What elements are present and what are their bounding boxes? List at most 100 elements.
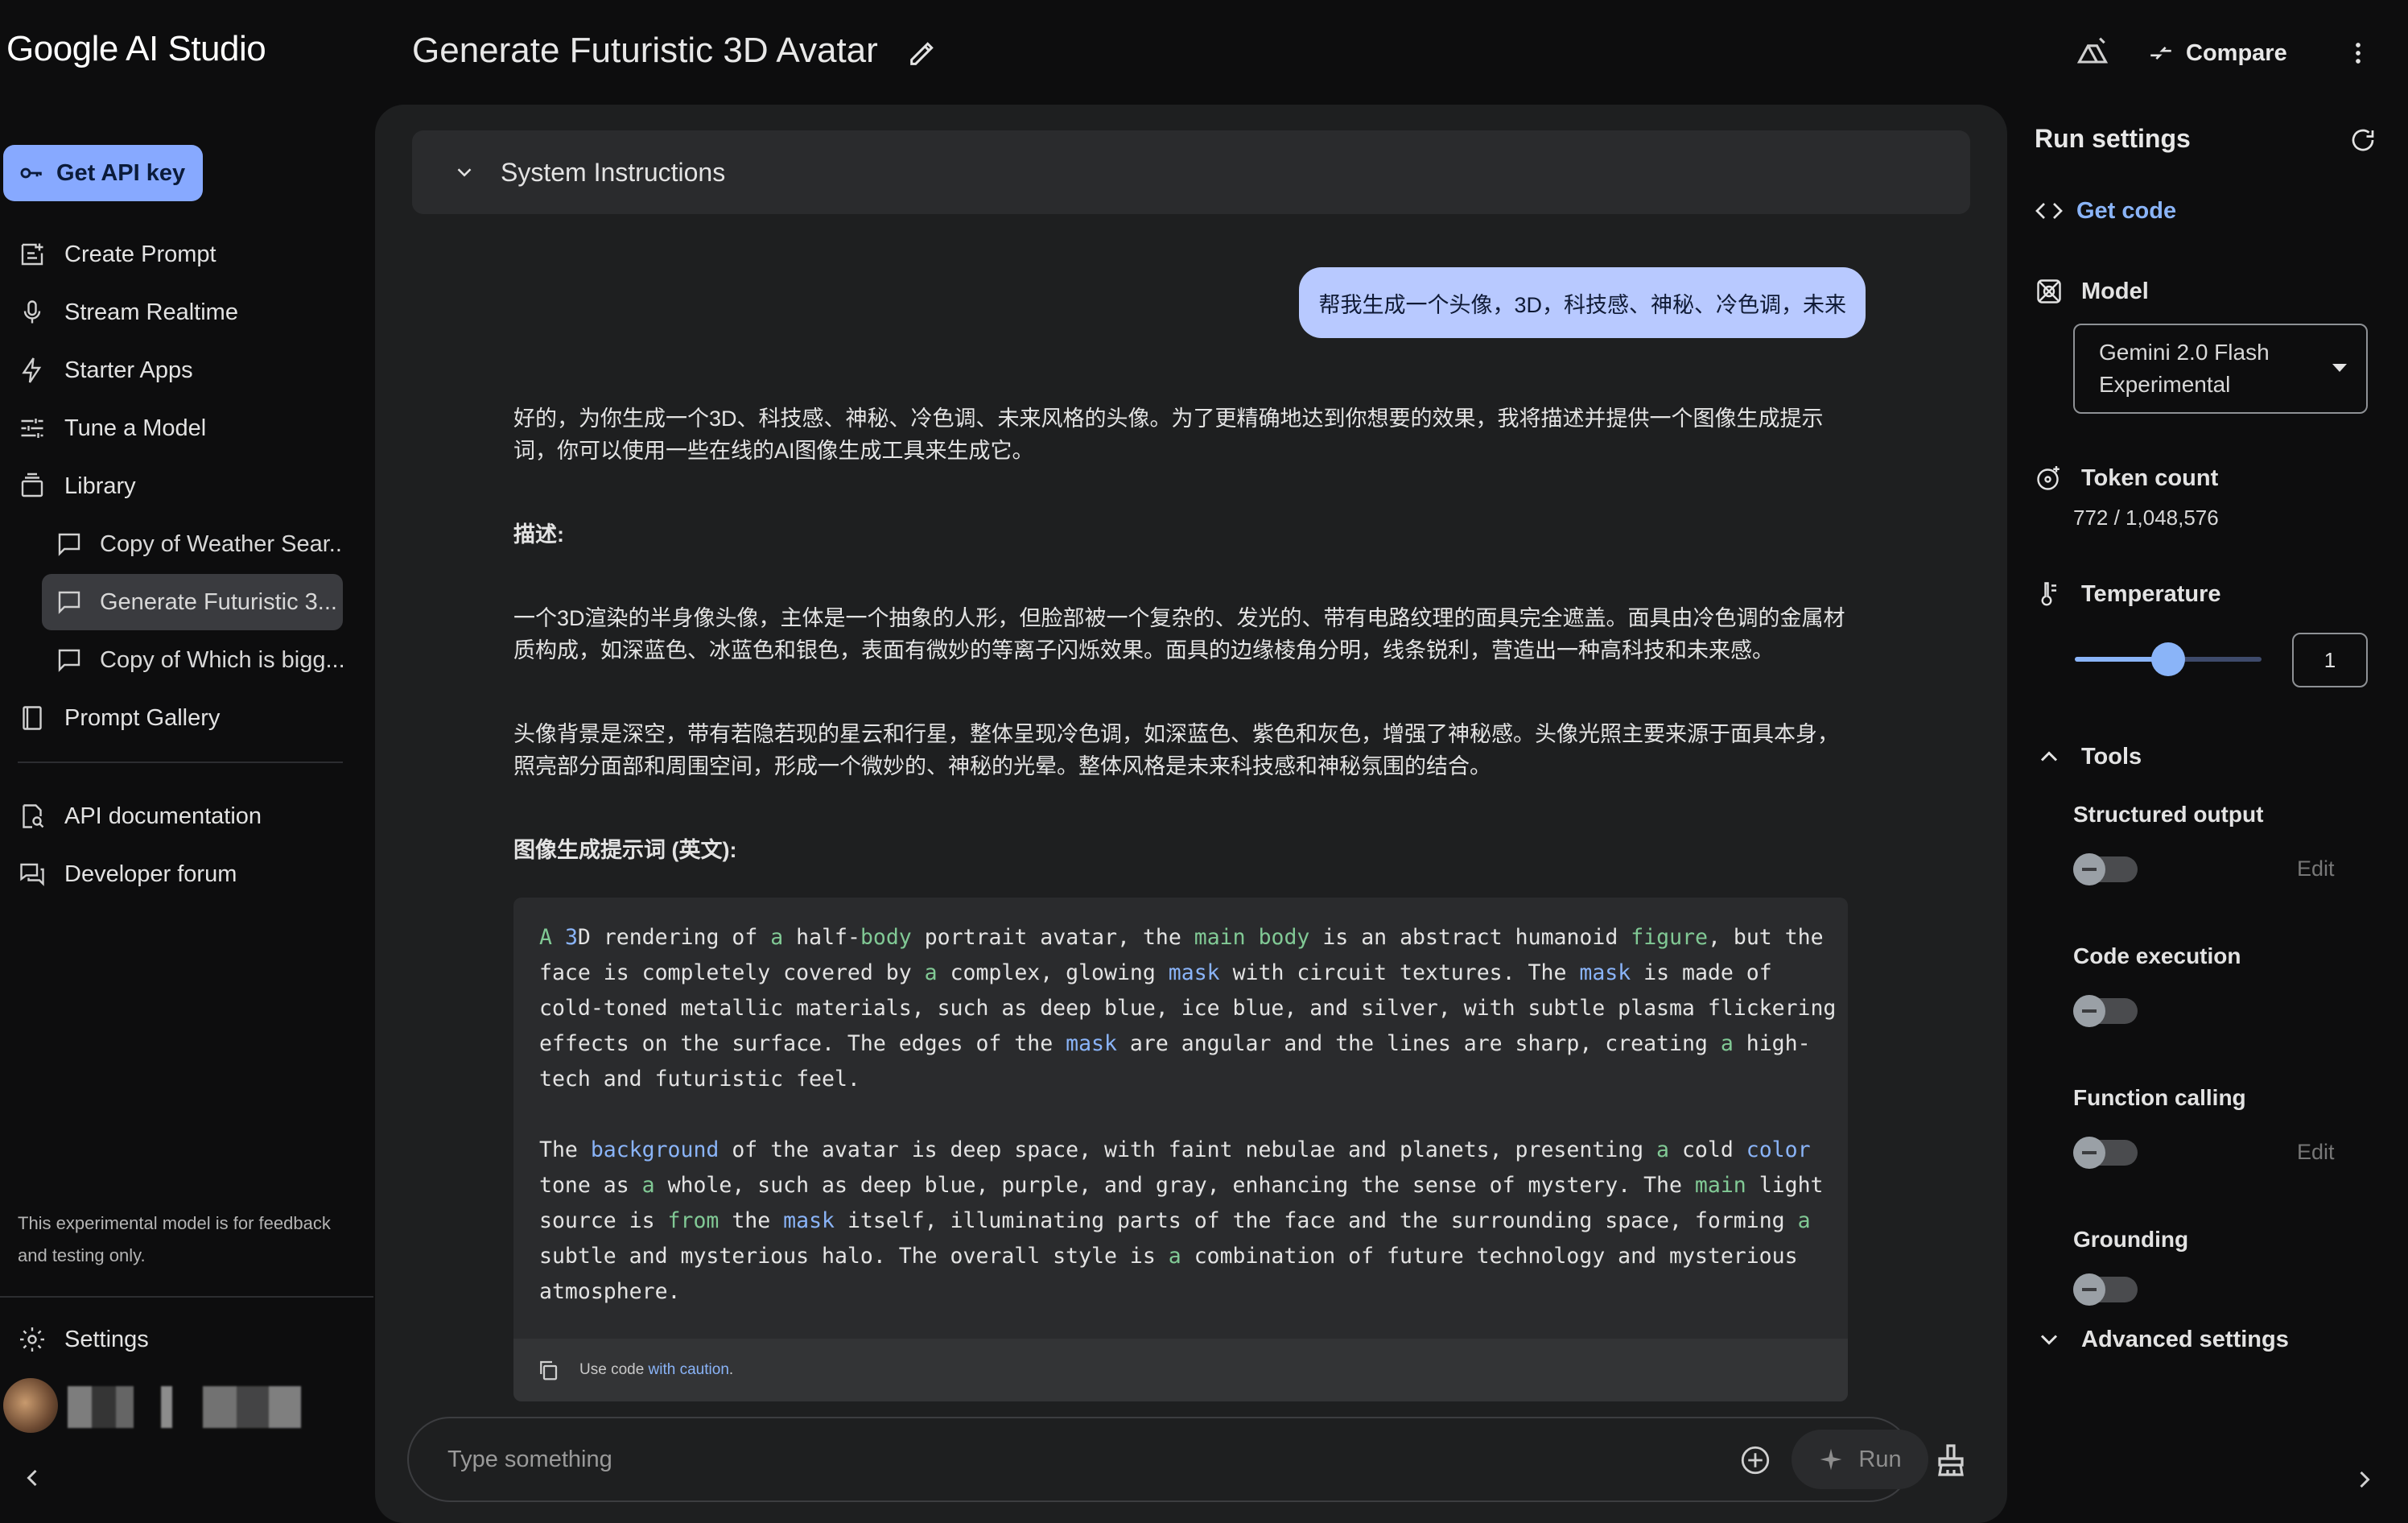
sidebar-item-tune-model[interactable]: Tune a Model (18, 404, 206, 452)
app-root: Google AI Studio Generate Futuristic 3D … (0, 0, 2408, 1523)
temperature-input[interactable]: 1 (2292, 633, 2368, 687)
get-code-label: Get code (2076, 197, 2177, 224)
library-item-futuristic[interactable]: Generate Futuristic 3... (42, 574, 343, 630)
forum-icon (20, 863, 44, 886)
prompt-input-bar: Run (407, 1417, 1928, 1502)
system-instructions-label: System Instructions (501, 157, 726, 187)
add-media-icon[interactable] (1738, 1443, 1772, 1477)
description-heading: 描述: (513, 522, 564, 547)
user-message[interactable]: 帮我生成一个头像，3D，科技感、神秘、冷色调，未来 (1299, 267, 1866, 338)
tool-label: Grounding (2073, 1227, 2189, 1252)
drive-off-icon[interactable] (2075, 35, 2110, 71)
caution-suffix: . (728, 1361, 734, 1378)
sidebar-item-prompt-gallery[interactable]: Prompt Gallery (18, 694, 220, 742)
tune-icon (21, 419, 43, 438)
tools-section-toggle[interactable]: Tools (2035, 742, 2142, 771)
tools-label: Tools (2081, 743, 2142, 770)
copy-icon[interactable] (536, 1358, 560, 1382)
tool-label: Code execution (2073, 943, 2241, 968)
caution-prefix: Use code (579, 1361, 649, 1378)
sidebar-item-label: Settings (64, 1326, 149, 1352)
structured-output-edit[interactable]: Edit (2297, 856, 2335, 881)
edit-title-icon[interactable] (906, 37, 938, 69)
sidebar-item-label: API documentation (64, 803, 262, 829)
model-section-label: Model (2035, 277, 2149, 306)
sparkle-icon (1820, 1448, 1842, 1471)
token-icon (2037, 466, 2060, 490)
chat-icon (58, 533, 80, 556)
api-docs-icon (23, 804, 44, 828)
user-name-redacted (68, 1386, 301, 1428)
temperature-slider-thumb[interactable] (2151, 642, 2185, 676)
gallery-icon (23, 706, 42, 730)
description-paragraph-2: 头像背景是深空，带有若隐若现的星云和行星，整体呈现冷色调，如深蓝色、紫色和灰色，… (513, 722, 1839, 778)
model-icon (2037, 279, 2061, 303)
sidebar-item-library[interactable]: Library (18, 462, 136, 510)
function-calling-toggle[interactable] (2073, 1137, 2138, 1169)
gear-icon (20, 1327, 44, 1352)
chat-icon (58, 591, 80, 614)
thermometer-icon (2041, 582, 2056, 606)
sidebar-item-label: Prompt Gallery (64, 704, 221, 731)
brand-logo[interactable]: Google AI Studio (6, 29, 266, 69)
library-item-which-bigger[interactable]: Copy of Which is bigg... (42, 632, 343, 688)
clear-chat-icon[interactable] (1932, 1441, 1970, 1480)
function-calling-edit[interactable]: Edit (2297, 1140, 2335, 1165)
advanced-settings-toggle[interactable]: Advanced settings (2035, 1325, 2289, 1354)
reset-icon[interactable] (2348, 126, 2377, 155)
library-item-label: Generate Futuristic 3... (100, 588, 337, 615)
code-content: A 3D rendering of a half-body portrait a… (539, 925, 1837, 1304)
run-settings-panel: Run settings Get code Model Gemini 2.0 F… (2009, 105, 2408, 1523)
mic-icon (23, 300, 41, 324)
library-item-label: Copy of Weather Sear... (100, 530, 343, 557)
prompt-heading: 图像生成提示词 (英文): (513, 838, 737, 862)
toggle-knob (2073, 853, 2105, 885)
run-label: Run (1858, 1446, 1902, 1472)
code-execution-toggle[interactable] (2073, 995, 2138, 1027)
sidebar-item-developer-forum[interactable]: Developer forum (18, 850, 237, 898)
advanced-settings-label: Advanced settings (2081, 1326, 2289, 1352)
get-api-key-button[interactable]: Get API key (3, 145, 203, 201)
chevron-left-icon[interactable] (18, 1463, 47, 1492)
more-vert-icon[interactable] (2342, 35, 2374, 71)
sidebar-item-settings[interactable]: Settings (18, 1315, 149, 1364)
sidebar-item-create-prompt[interactable]: Create Prompt (18, 230, 216, 279)
chevron-right-icon[interactable] (2350, 1465, 2379, 1494)
sidebar-item-starter-apps[interactable]: Starter Apps (18, 346, 193, 394)
page-title: Generate Futuristic 3D Avatar (412, 31, 878, 70)
temperature-section-label: Temperature (2035, 580, 2221, 609)
chevron-down-icon (457, 168, 472, 177)
structured-output-toggle[interactable] (2073, 853, 2138, 885)
model-select[interactable]: Gemini 2.0 Flash Experimental (2073, 324, 2368, 414)
top-bar: Google AI Studio Generate Futuristic 3D … (0, 0, 2408, 105)
library-icon (21, 473, 43, 497)
sidebar-item-api-docs[interactable]: API documentation (18, 792, 262, 840)
create-prompt-icon (21, 243, 43, 266)
compare-button[interactable]: Compare (2147, 32, 2287, 74)
get-code-link[interactable]: Get code (2035, 196, 2176, 225)
library-item-weather[interactable]: Copy of Weather Sear... (42, 516, 343, 572)
prompt-input[interactable] (447, 1418, 1655, 1500)
caution-link[interactable]: with caution (649, 1361, 729, 1378)
chat-panel: System Instructions 帮我生成一个头像，3D，科技感、神秘、冷… (375, 105, 2007, 1523)
grounding-toggle[interactable] (2073, 1273, 2138, 1306)
system-instructions-toggle[interactable]: System Instructions (412, 130, 1970, 214)
run-settings-title: Run settings (2035, 124, 2191, 153)
run-button[interactable]: Run (1792, 1430, 1928, 1489)
sidebar-item-stream-realtime[interactable]: Stream Realtime (18, 288, 238, 336)
token-count-value: 772 / 1,048,576 (2073, 506, 2219, 530)
sidebar-item-label: Create Prompt (64, 241, 216, 267)
temperature-slider[interactable] (2075, 642, 2262, 676)
compare-label: Compare (2186, 39, 2287, 66)
avatar[interactable] (3, 1378, 58, 1433)
model-intro-text: 好的，为你生成一个3D、科技感、神秘、冷色调、未来风格的头像。为了更精确地达到你… (513, 407, 1824, 463)
model-value: Gemini 2.0 Flash Experimental (2099, 340, 2270, 397)
user-account[interactable] (3, 1378, 309, 1443)
tool-label: Function calling (2073, 1085, 2246, 1110)
description-paragraph-1: 一个3D渲染的半身像头像，主体是一个抽象的人形，但脸部被一个复杂的、发光的、带有… (513, 606, 1845, 662)
sidebar-item-label: Tune a Model (64, 415, 207, 441)
sidebar-divider (0, 1296, 373, 1298)
library-item-label: Copy of Which is bigg... (100, 646, 343, 673)
chat-icon (58, 649, 80, 672)
toggle-knob (2073, 1137, 2105, 1169)
